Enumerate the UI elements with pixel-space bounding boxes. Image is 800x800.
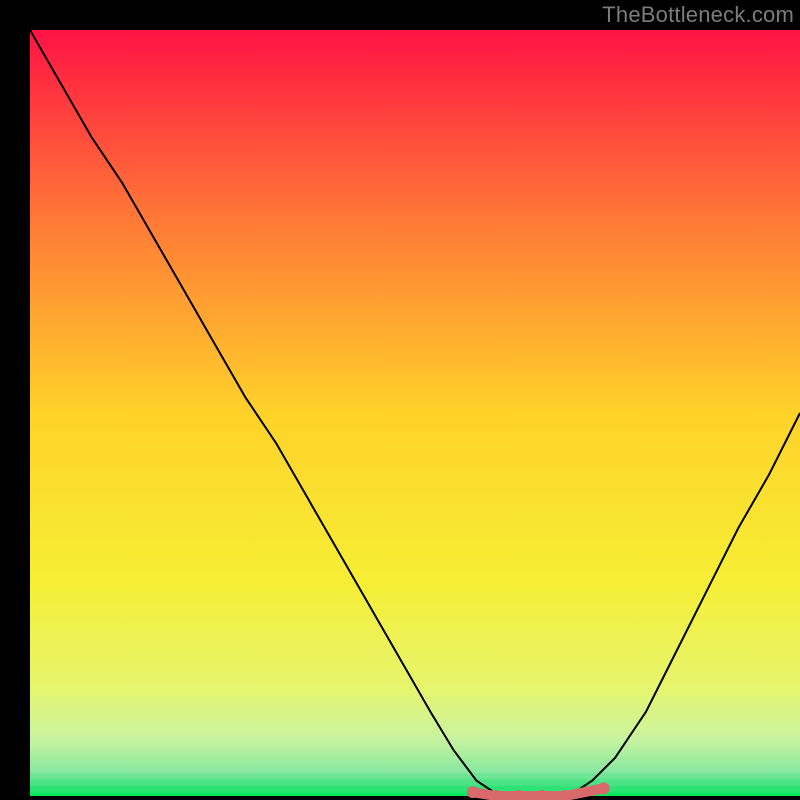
bottleneck-chart	[0, 0, 800, 800]
lower-bands	[30, 769, 800, 796]
plot-area	[30, 30, 800, 796]
